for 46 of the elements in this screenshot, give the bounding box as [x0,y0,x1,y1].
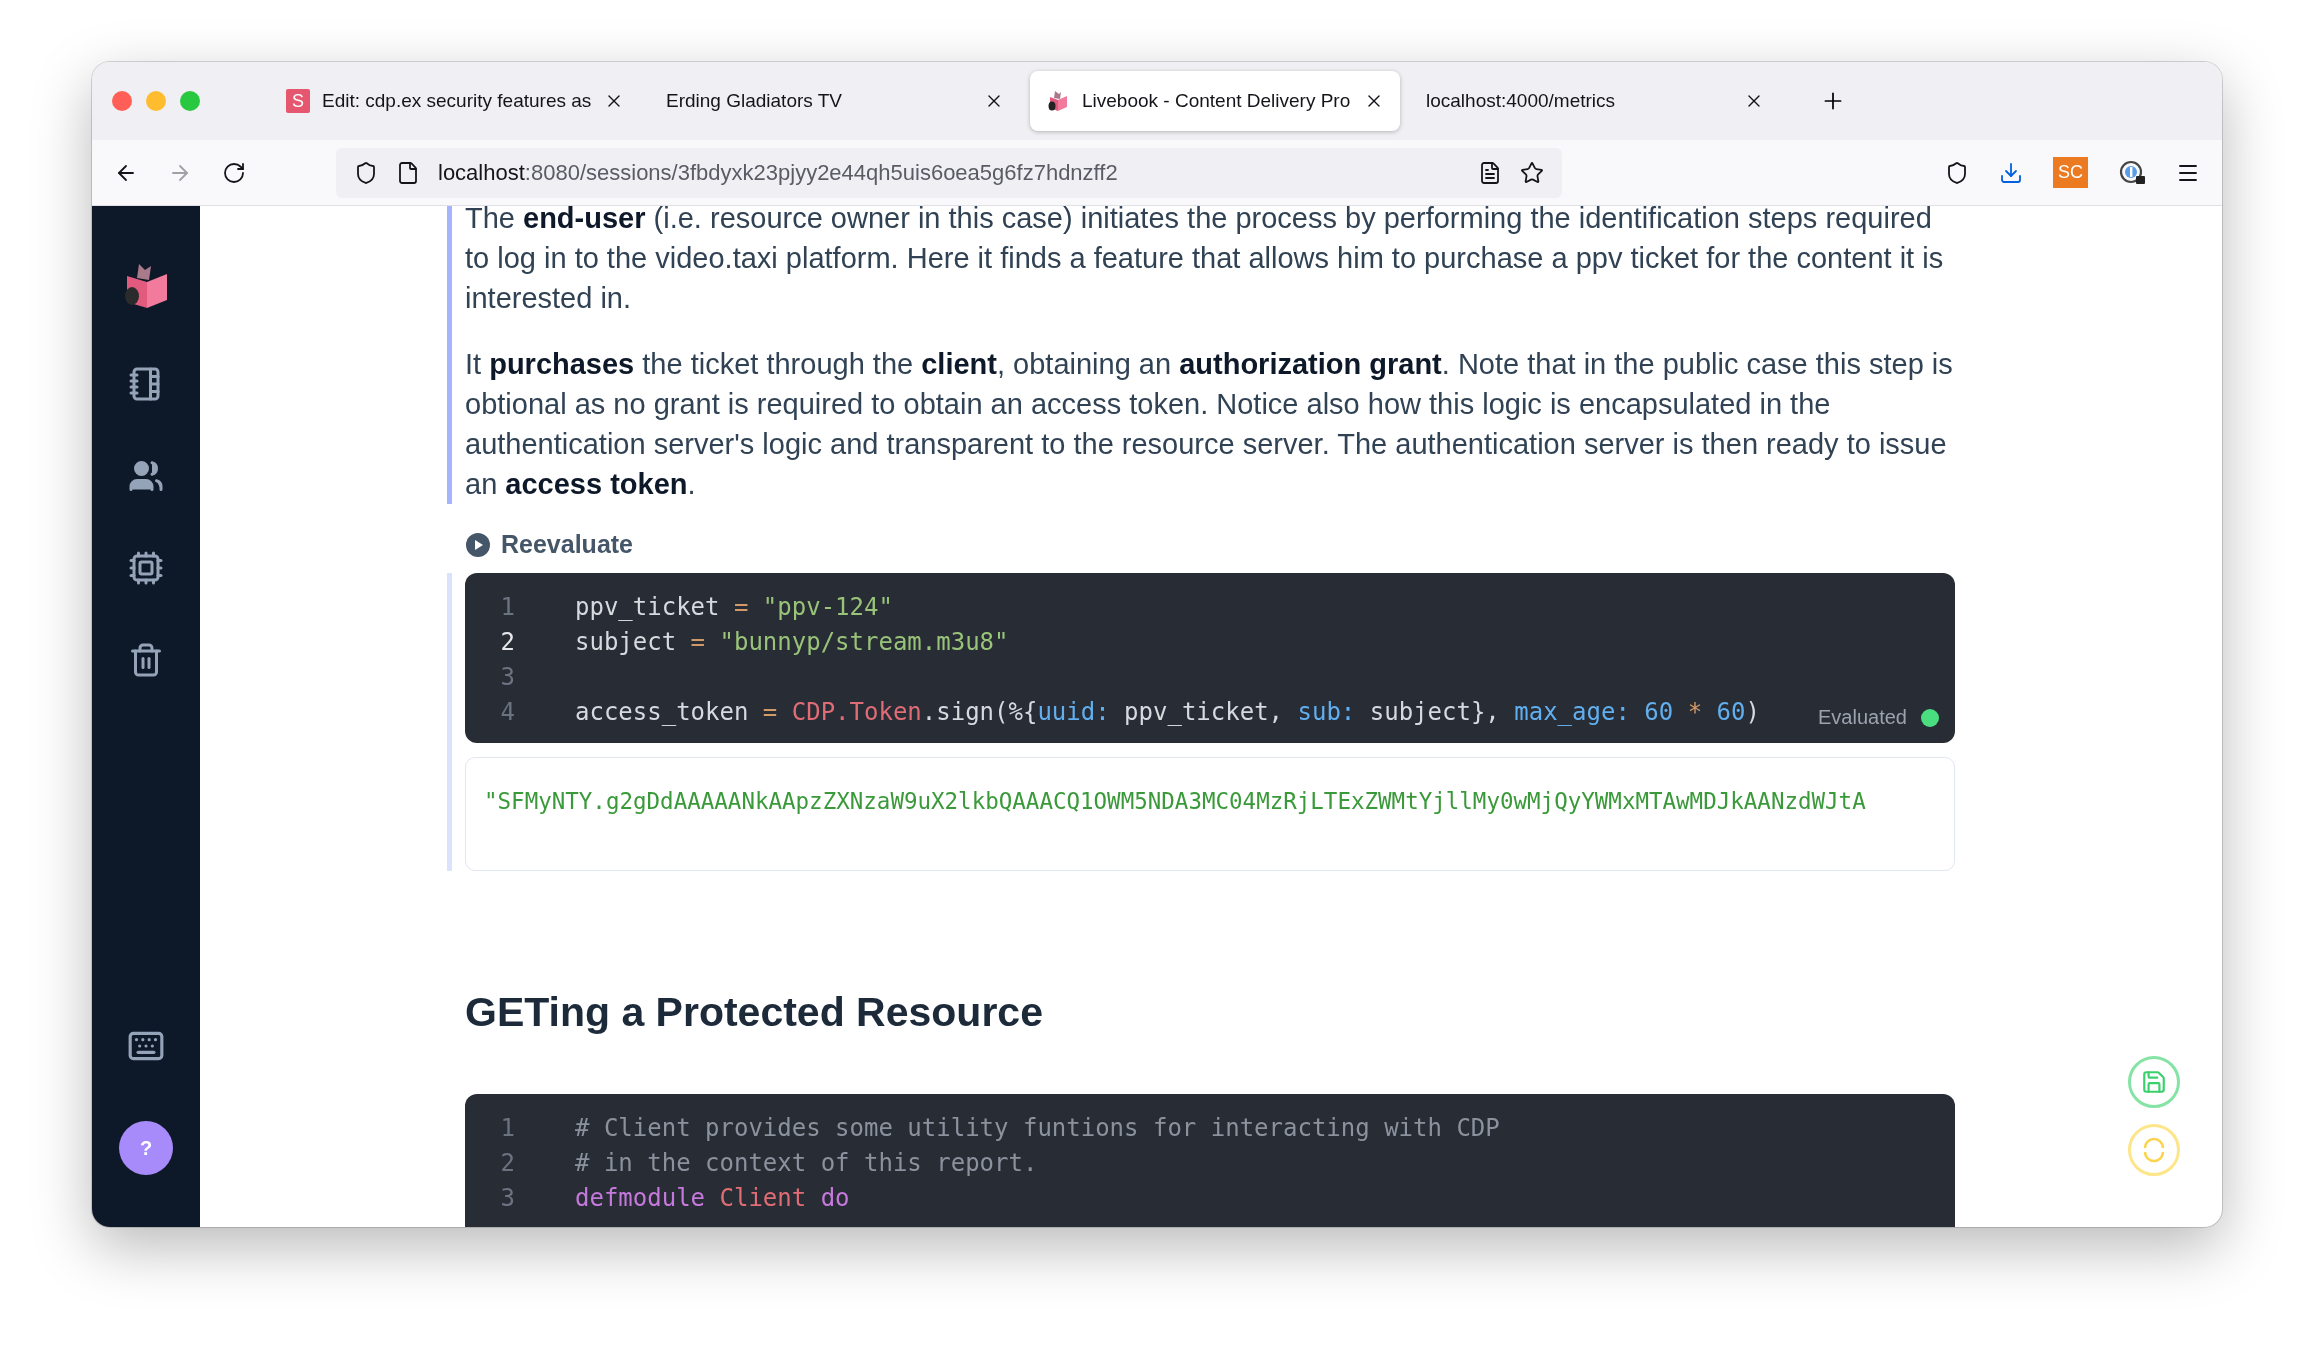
reader-view-icon[interactable] [1478,160,1502,185]
cpu-icon[interactable] [128,550,164,586]
line-number: 1 [499,1113,515,1142]
download-icon[interactable] [1999,160,2023,185]
browser-tab[interactable]: localhost:4000/metrics [1410,71,1780,131]
tab-favicon-icon: S [286,89,310,113]
line-number: 4 [499,697,515,726]
browser-tab[interactable]: Erding Gladiators TV [650,71,1020,131]
shield-icon[interactable] [354,160,378,185]
save-icon [2141,1069,2167,1095]
reevaluate-button[interactable]: Reevaluate [465,530,634,559]
users-icon[interactable] [128,458,164,494]
page-icon [396,160,420,185]
line-number: 1 [499,592,515,621]
paragraph: It purchases the ticket through the client, obtaining an authorization grant. Note that in the public case this step is obtional as no grant is required to obtain an access token. Notice also how this logic is encapsulated in the authentication server's logic and transparent to the resource server. The authentication server is then ready to issue an access token. [465,347,1954,502]
tab-title: Erding Gladiators TV [666,90,843,112]
close-window-button[interactable] [112,91,132,111]
line-number: 2 [499,627,515,656]
play-icon [465,531,491,558]
url-field[interactable]: localhost:8080/sessions/3fbdyxk23pjyy2e44qh5uis6oea5g6fz7hdnzff2 [336,147,1562,198]
code-line: ppv_ticket = "ppv-124" [575,592,893,621]
paragraph: The end-user (i.e. resource owner in this case) initiates the process by performing the identification steps required to log in to the video.taxi platform. Here it finds a feature that allows him to purchase a ppv ticket for the content it is interested in. [465,206,1945,316]
password-manager-icon[interactable] [2118,158,2146,187]
code-line: # Client provides some utility funtions for interacting with CDP [575,1113,1500,1142]
code-editor[interactable]: 1 # Client provides some utility funtions for interacting with CDP 2 # in the context of this report. 3 defmodule Client do [465,1094,1955,1227]
browser-tab[interactable]: Livebook - Content Delivery Pro [1030,71,1400,131]
code-line: subject = "bunnyp/stream.m3u8" [575,627,1009,656]
tab-title: Edit: cdp.ex security features as [322,90,592,112]
trash-icon[interactable] [128,642,164,678]
line-number: 2 [499,1148,515,1177]
bookmark-star-icon[interactable] [1520,160,1544,185]
tab-favicon-icon [1046,89,1070,113]
output-text: "SFMyNTY.g2gDdAAAAANkAApzZXNzaW9uX2lkbQAAACQ1OWM5NDA3MC04MzRjLTExZWMtYjllMy0wMjQyYWMxMTAwMDJkAANzdWJtA [465,757,1955,871]
status-text: Evaluated [1818,706,1907,729]
status-dot [1921,708,1939,727]
section-heading: GETing a Protected Resource [465,989,1044,1036]
code-editor[interactable]: 1 ppv_ticket = "ppv-124" 2 subject = "bunnyp/stream.m3u8" 3 4 access_token = CDP.Token.sign(%{uuid: ppv_ticket, sub: subject}, max_age: 60 * 60) Evaluated [465,573,1955,743]
code-line: access_token = CDP.Token.sign(%{uuid: ppv_ticket, sub: subject}, max_age: 60 * 60) [575,697,1760,726]
tab-title: Livebook - Content Delivery Pro [1082,90,1352,112]
code-line: defmodule Client do [575,1183,850,1212]
line-number: 3 [499,1183,515,1212]
reload-icon[interactable] [222,160,246,185]
browser-tab[interactable]: S Edit: cdp.ex security features as [270,71,640,131]
line-number: 3 [499,662,515,691]
code-line: # in the context of this report. [575,1148,1038,1177]
tab-title: localhost:4000/metrics [1426,90,1617,112]
